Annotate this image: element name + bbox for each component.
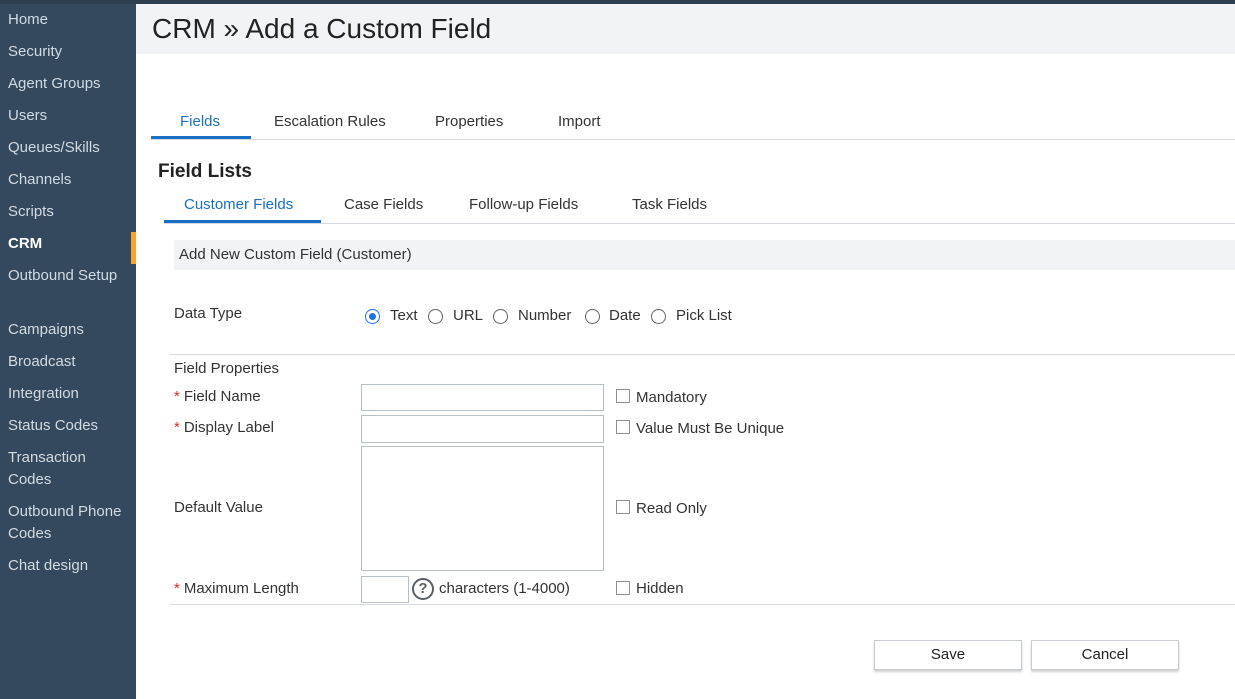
tabs-divider [151, 139, 1235, 140]
sidebar-item-integration[interactable]: Integration [8, 383, 130, 405]
sidebar-item-crm[interactable]: CRM [8, 233, 130, 255]
max-length-label: * Maximum Length [174, 580, 299, 597]
tab-case-fields[interactable]: Case Fields [344, 195, 423, 215]
sidebar-item-security[interactable]: Security [8, 41, 130, 63]
display-label-input[interactable] [361, 415, 604, 443]
max-length-input[interactable] [361, 576, 409, 603]
active-nav-indicator [131, 232, 136, 264]
radio-url-label[interactable]: URL [453, 306, 483, 326]
default-value-label: Default Value [174, 499, 263, 516]
required-mark: * [174, 388, 180, 405]
field-properties-title: Field Properties [174, 360, 280, 377]
tab-import[interactable]: Import [558, 112, 601, 132]
sidebar-item-campaigns[interactable]: Campaigns [8, 319, 130, 341]
unique-label[interactable]: Value Must Be Unique [636, 419, 784, 439]
sidebar-item-agent-groups[interactable]: Agent Groups [8, 73, 130, 95]
field-lists-divider [164, 223, 1235, 224]
field-name-label: * Field Name [174, 388, 261, 405]
help-icon[interactable]: ? [412, 578, 434, 600]
radio-text[interactable] [365, 309, 380, 324]
tab-task-fields[interactable]: Task Fields [632, 195, 707, 215]
max-length-suffix: characters (1-4000) [439, 580, 570, 597]
required-mark: * [174, 580, 180, 597]
tab-properties[interactable]: Properties [435, 112, 503, 132]
hidden-label[interactable]: Hidden [636, 579, 684, 599]
field-name-input[interactable] [361, 384, 604, 411]
radio-date-label[interactable]: Date [609, 306, 641, 326]
sidebar-item-scripts[interactable]: Scripts [8, 201, 130, 223]
radio-url[interactable] [428, 309, 443, 324]
tab-escalation-rules[interactable]: Escalation Rules [274, 112, 386, 132]
form-heading: Add New Custom Field (Customer) [179, 246, 412, 263]
sidebar-item-outbound-setup[interactable]: Outbound Setup [8, 265, 130, 287]
form-heading-bar: Add New Custom Field (Customer) [174, 240, 1235, 270]
radio-pick-list-label[interactable]: Pick List [676, 306, 732, 326]
sidebar: Home Security Agent Groups Users Queues/… [0, 4, 136, 699]
read-only-label[interactable]: Read Only [636, 499, 707, 519]
page-title: CRM » Add a Custom Field [152, 13, 492, 44]
sidebar-item-transaction-codes[interactable]: Transaction Codes [8, 447, 130, 491]
sidebar-item-home[interactable]: Home [8, 9, 130, 31]
default-value-textarea[interactable] [361, 446, 604, 571]
sidebar-item-channels[interactable]: Channels [8, 169, 130, 191]
sidebar-item-users[interactable]: Users [8, 105, 130, 127]
tab-follow-up-fields[interactable]: Follow-up Fields [469, 195, 578, 215]
radio-number[interactable] [493, 309, 508, 324]
tab-fields[interactable]: Fields [180, 112, 220, 132]
hidden-checkbox[interactable] [616, 581, 630, 595]
sidebar-item-outbound-phone-codes[interactable]: Outbound Phone Codes [8, 501, 130, 545]
mandatory-label[interactable]: Mandatory [636, 388, 707, 408]
tab-customer-fields[interactable]: Customer Fields [184, 195, 293, 215]
sidebar-item-broadcast[interactable]: Broadcast [8, 351, 130, 373]
field-lists-title: Field Lists [158, 161, 252, 182]
unique-checkbox[interactable] [616, 420, 630, 434]
required-mark: * [174, 419, 180, 436]
radio-date[interactable] [585, 309, 600, 324]
mandatory-checkbox[interactable] [616, 389, 630, 403]
radio-number-label[interactable]: Number [518, 306, 571, 326]
sidebar-item-queues-skills[interactable]: Queues/Skills [8, 137, 130, 159]
cancel-button[interactable]: Cancel [1031, 640, 1179, 670]
display-label-label: * Display Label [174, 419, 274, 436]
read-only-checkbox[interactable] [616, 500, 630, 514]
sidebar-item-chat-design[interactable]: Chat design [8, 555, 130, 577]
save-button[interactable]: Save [874, 640, 1022, 670]
data-type-divider [170, 354, 1235, 355]
data-type-label: Data Type [174, 305, 243, 322]
radio-text-label[interactable]: Text [390, 306, 418, 326]
radio-pick-list[interactable] [651, 309, 666, 324]
page-header: CRM » Add a Custom Field [136, 4, 1235, 54]
form-bottom-divider [170, 604, 1235, 605]
sidebar-item-status-codes[interactable]: Status Codes [8, 415, 130, 437]
